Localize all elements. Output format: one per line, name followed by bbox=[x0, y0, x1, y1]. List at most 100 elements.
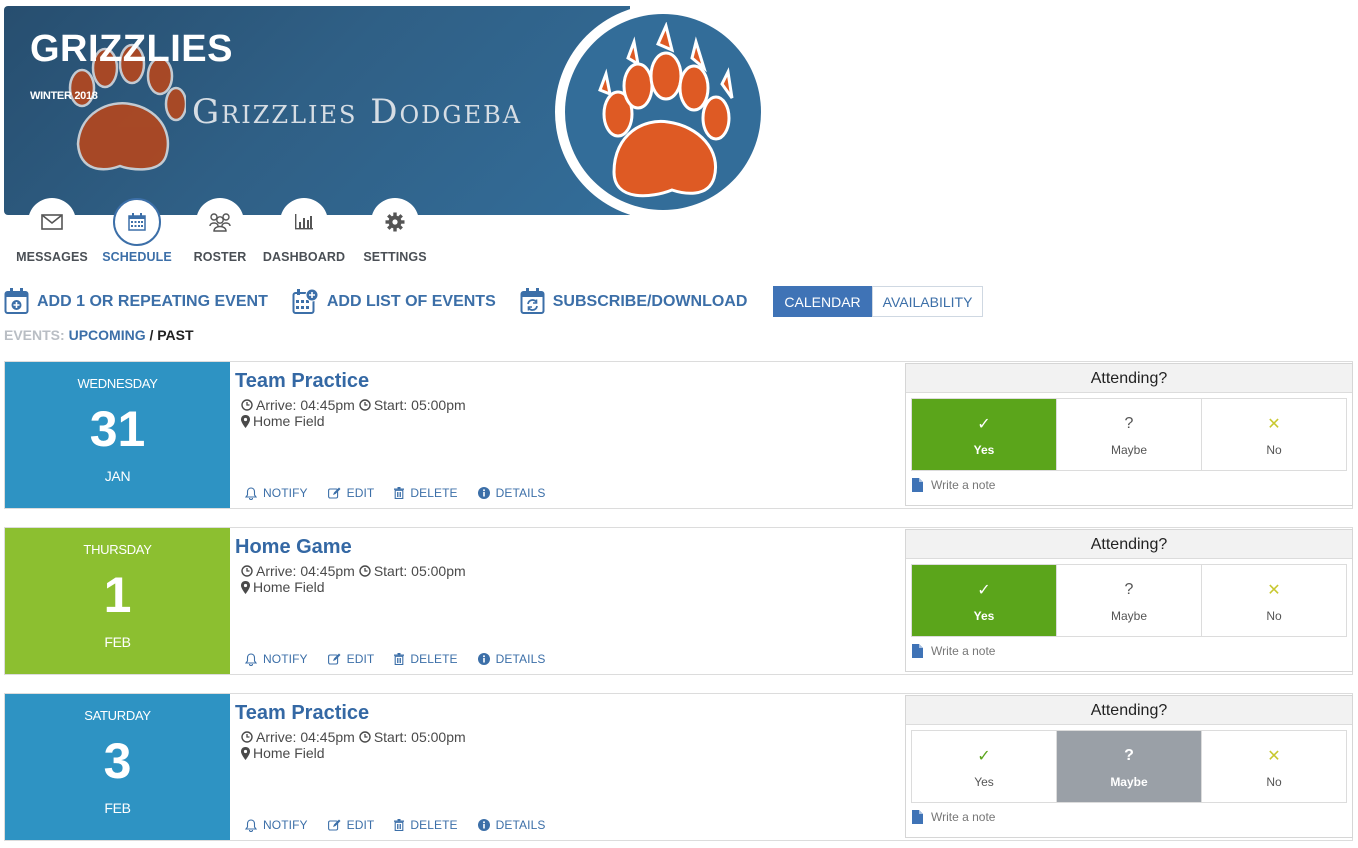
event-month: FEB bbox=[104, 800, 131, 816]
calendar-icon bbox=[128, 213, 146, 231]
delete-link[interactable]: DELETE bbox=[394, 818, 458, 832]
rsvp-group: ✓ Yes ? Maybe ✕ No bbox=[911, 564, 1347, 637]
event-location: Home Field bbox=[253, 413, 325, 429]
event-start-time: Start: 05:00pm bbox=[373, 563, 466, 579]
info-icon bbox=[477, 819, 490, 831]
rsvp-yes-button[interactable]: ✓ Yes bbox=[912, 731, 1057, 802]
x-icon: ✕ bbox=[1267, 415, 1281, 433]
clock-icon bbox=[241, 399, 253, 411]
clock-icon bbox=[241, 731, 253, 743]
check-icon: ✓ bbox=[977, 747, 991, 765]
rsvp-maybe-button[interactable]: ? Maybe bbox=[1057, 399, 1202, 470]
notify-link[interactable]: NOTIFY bbox=[245, 818, 308, 832]
event-day: 31 bbox=[89, 401, 146, 457]
info-icon bbox=[477, 487, 490, 499]
x-icon: ✕ bbox=[1267, 747, 1281, 765]
delete-link[interactable]: DELETE bbox=[394, 486, 458, 500]
write-note-link[interactable]: Write a note bbox=[912, 810, 995, 824]
write-note-link[interactable]: Write a note bbox=[912, 644, 995, 658]
nav-label: MESSAGES bbox=[16, 250, 88, 264]
trash-icon bbox=[394, 653, 405, 665]
envelope-icon bbox=[41, 214, 63, 230]
event-arrive-time: Arrive: 04:45pm bbox=[256, 397, 355, 413]
notify-link[interactable]: NOTIFY bbox=[245, 486, 308, 500]
nav-label: DASHBOARD bbox=[262, 250, 346, 264]
info-icon bbox=[477, 653, 490, 665]
add-event-button[interactable]: ADD 1 OR REPEATING EVENT bbox=[4, 288, 268, 315]
add-list-button[interactable]: ADD LIST OF EVENTS bbox=[292, 288, 496, 315]
rsvp-no-button[interactable]: ✕ No bbox=[1202, 731, 1346, 802]
notify-link[interactable]: NOTIFY bbox=[245, 652, 308, 666]
event-location: Home Field bbox=[253, 579, 325, 595]
past-link[interactable]: PAST bbox=[157, 327, 193, 343]
event-title[interactable]: Home Game bbox=[235, 536, 466, 559]
event-day: 3 bbox=[103, 733, 132, 789]
calendar-sync-icon bbox=[520, 288, 545, 314]
calendar-view-button[interactable]: CALENDAR bbox=[773, 286, 872, 317]
nav-label: ROSTER bbox=[193, 250, 247, 264]
trash-icon bbox=[394, 487, 405, 499]
nav-item-dashboard[interactable]: DASHBOARD bbox=[256, 198, 352, 264]
event-date-block: THURSDAY 1 FEB bbox=[5, 528, 230, 674]
team-banner: GRIZZLIES WINTER 2018 Grizzlies Dodgeba bbox=[4, 6, 630, 215]
event-weekday: SATURDAY bbox=[84, 708, 151, 723]
rsvp-maybe-button[interactable]: ? Maybe bbox=[1057, 565, 1202, 636]
map-marker-icon bbox=[241, 746, 250, 760]
rsvp-yes-button[interactable]: ✓ Yes bbox=[912, 565, 1057, 636]
edit-icon bbox=[327, 819, 341, 831]
delete-link[interactable]: DELETE bbox=[394, 652, 458, 666]
bar-chart-icon bbox=[295, 214, 313, 230]
bell-icon bbox=[245, 818, 257, 832]
availability-view-button[interactable]: AVAILABILITY bbox=[871, 286, 984, 317]
event-month: FEB bbox=[104, 634, 131, 650]
main-nav: MESSAGES SCHEDULE ROSTER DASHBOARD SETTI… bbox=[14, 198, 438, 264]
event-arrive-time: Arrive: 04:45pm bbox=[256, 563, 355, 579]
attendance-panel: Attending? ✓ Yes ? Maybe ✕ No Write a no… bbox=[905, 695, 1353, 838]
subscribe-download-button[interactable]: SUBSCRIBE/DOWNLOAD bbox=[520, 288, 748, 315]
paw-logo-icon bbox=[598, 22, 734, 198]
nav-item-settings[interactable]: SETTINGS bbox=[352, 198, 438, 264]
rsvp-maybe-button[interactable]: ? Maybe bbox=[1057, 731, 1202, 802]
check-icon: ✓ bbox=[977, 581, 991, 599]
event-location: Home Field bbox=[253, 745, 325, 761]
clock-icon bbox=[359, 399, 371, 411]
event-arrive-time: Arrive: 04:45pm bbox=[256, 729, 355, 745]
edit-link[interactable]: EDIT bbox=[327, 486, 375, 500]
edit-link[interactable]: EDIT bbox=[327, 818, 375, 832]
upcoming-link[interactable]: UPCOMING bbox=[69, 327, 146, 343]
event-date-block: SATURDAY 3 FEB bbox=[5, 694, 230, 840]
clock-icon bbox=[241, 565, 253, 577]
event-weekday: WEDNESDAY bbox=[77, 376, 158, 391]
event-card: WEDNESDAY 31 JAN Team Practice Arrive: 0… bbox=[4, 361, 1353, 509]
event-title[interactable]: Team Practice bbox=[235, 702, 466, 725]
nav-item-roster[interactable]: ROSTER bbox=[184, 198, 256, 264]
write-note-link[interactable]: Write a note bbox=[912, 478, 995, 492]
schedule-actions: ADD 1 OR REPEATING EVENT ADD LIST OF EVE… bbox=[4, 286, 984, 317]
details-link[interactable]: DETAILS bbox=[477, 652, 546, 666]
event-title[interactable]: Team Practice bbox=[235, 370, 466, 393]
gear-icon bbox=[385, 212, 405, 232]
event-start-time: Start: 05:00pm bbox=[373, 397, 466, 413]
subscribe-label: SUBSCRIBE/DOWNLOAD bbox=[552, 292, 748, 310]
nav-label: SETTINGS bbox=[363, 250, 427, 264]
add-list-label: ADD LIST OF EVENTS bbox=[326, 292, 496, 310]
clock-icon bbox=[359, 565, 371, 577]
question-icon: ? bbox=[1124, 414, 1134, 432]
rsvp-group: ✓ Yes ? Maybe ✕ No bbox=[911, 730, 1347, 803]
rsvp-no-button[interactable]: ✕ No bbox=[1202, 399, 1346, 470]
document-icon bbox=[912, 478, 923, 492]
edit-link[interactable]: EDIT bbox=[327, 652, 375, 666]
rsvp-yes-button[interactable]: ✓ Yes bbox=[912, 399, 1057, 470]
question-icon: ? bbox=[1124, 746, 1134, 764]
details-link[interactable]: DETAILS bbox=[477, 486, 546, 500]
document-icon bbox=[912, 810, 923, 824]
season-label: WINTER 2018 bbox=[30, 90, 98, 102]
rsvp-group: ✓ Yes ? Maybe ✕ No bbox=[911, 398, 1347, 471]
rsvp-no-button[interactable]: ✕ No bbox=[1202, 565, 1346, 636]
filter-separator: / bbox=[145, 327, 158, 343]
nav-item-schedule[interactable]: SCHEDULE bbox=[90, 198, 184, 264]
details-link[interactable]: DETAILS bbox=[477, 818, 546, 832]
attendance-heading: Attending? bbox=[906, 364, 1352, 393]
team-name: GRIZZLIES bbox=[30, 28, 233, 70]
nav-item-messages[interactable]: MESSAGES bbox=[14, 198, 90, 264]
